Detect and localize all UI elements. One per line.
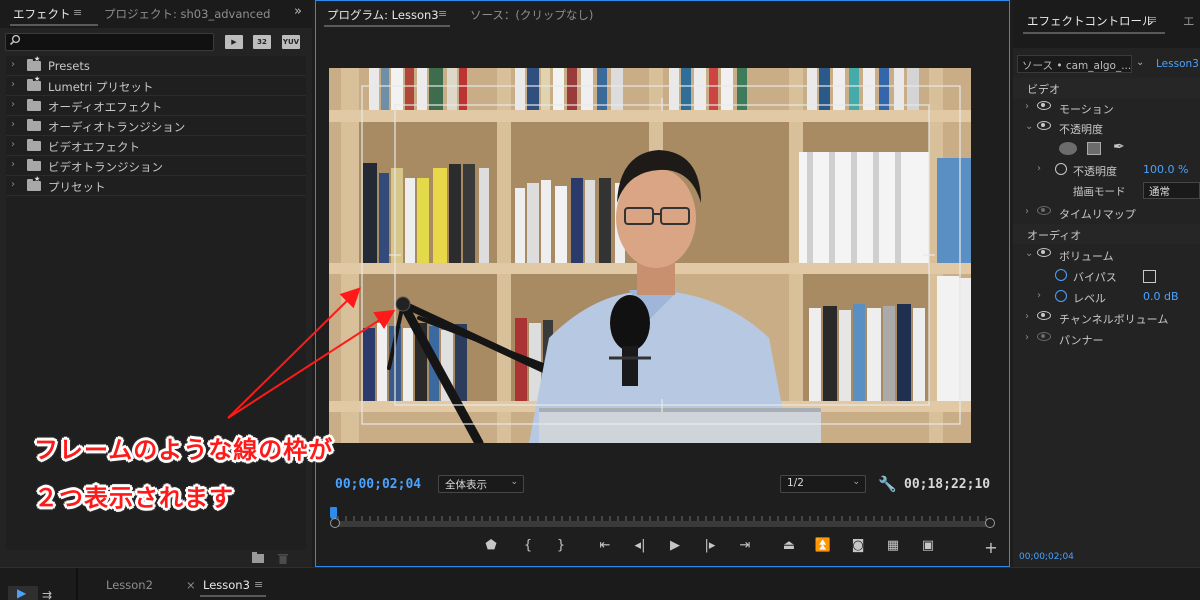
annotation-text-line1: フレームのような線の枠が bbox=[34, 436, 334, 464]
arrow-to-outer-frame bbox=[227, 287, 361, 419]
arrow-to-inner-frame bbox=[227, 309, 396, 419]
annotation-text-line2: ２つ表示されます bbox=[34, 484, 234, 512]
